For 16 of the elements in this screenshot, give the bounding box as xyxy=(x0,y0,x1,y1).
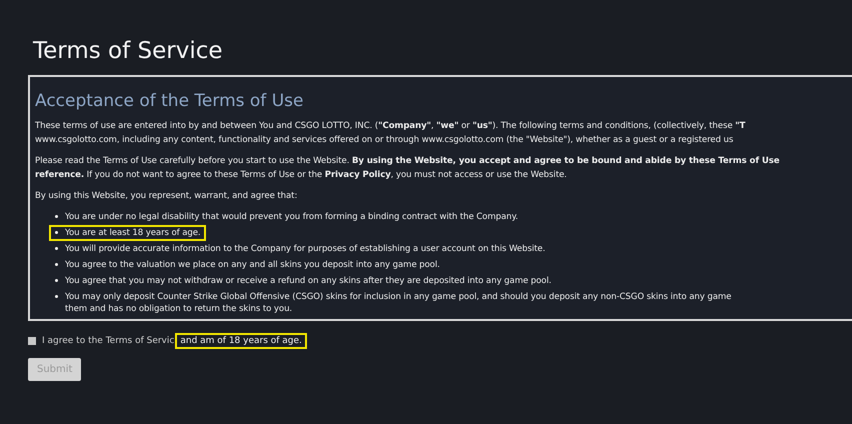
agree-checkbox[interactable] xyxy=(28,337,36,345)
list-item: You agree to the valuation we place on any and all skins you deposit into any game pool. xyxy=(49,257,445,273)
list-item: You will provide accurate information to the Company for purposes of establishing a user account on this Website. xyxy=(49,241,550,257)
paragraph-line: By using this Website, you represent, warrant, and agree that: xyxy=(35,190,298,203)
paragraph-line: reference. If you do not want to agree to these Terms of Use or the Privacy Policy, you must not access or use the Website. xyxy=(35,169,568,182)
list-item: You are under no legal disability that would prevent you from forming a binding contract with the Company. xyxy=(49,209,523,225)
list-item: You agree that you may not withdraw or receive a refund on any skins after they are deposited into any game pool. xyxy=(49,273,556,289)
paragraph-line: www.csgolotto.com, including any content, functionality and services offered on or through www.csgolotto.com (the "Website"), whether as a guest or a registered us xyxy=(35,134,734,147)
page-title: Terms of Service xyxy=(33,37,224,66)
paragraph-line: These terms of use are entered into by and between You and CSGO LOTTO, INC. ("Company", "we" or "us"). The following terms and conditions, (collectively, these "T xyxy=(35,120,746,133)
paragraph-line: Please read the Terms of Use carefully before you start to use the Website. By using the Website, you accept and agree to be bound and abide by these Terms of Use xyxy=(35,155,780,168)
list-item: You may only deposit Counter Strike Global Offensive (CSGO) skins for inclusion in any game pool, and should you deposit any non-CSGO skins into any game them and has no obligation to return the skins to you. xyxy=(49,289,736,317)
highlighted-list-item: You are at least 18 years of age. xyxy=(49,225,206,241)
section-heading: Acceptance of the Terms of Use xyxy=(35,90,304,113)
highlighted-label: and am of 18 years of age. xyxy=(175,333,307,349)
agree-label: I agree to the Terms of Servic xyxy=(42,336,174,346)
